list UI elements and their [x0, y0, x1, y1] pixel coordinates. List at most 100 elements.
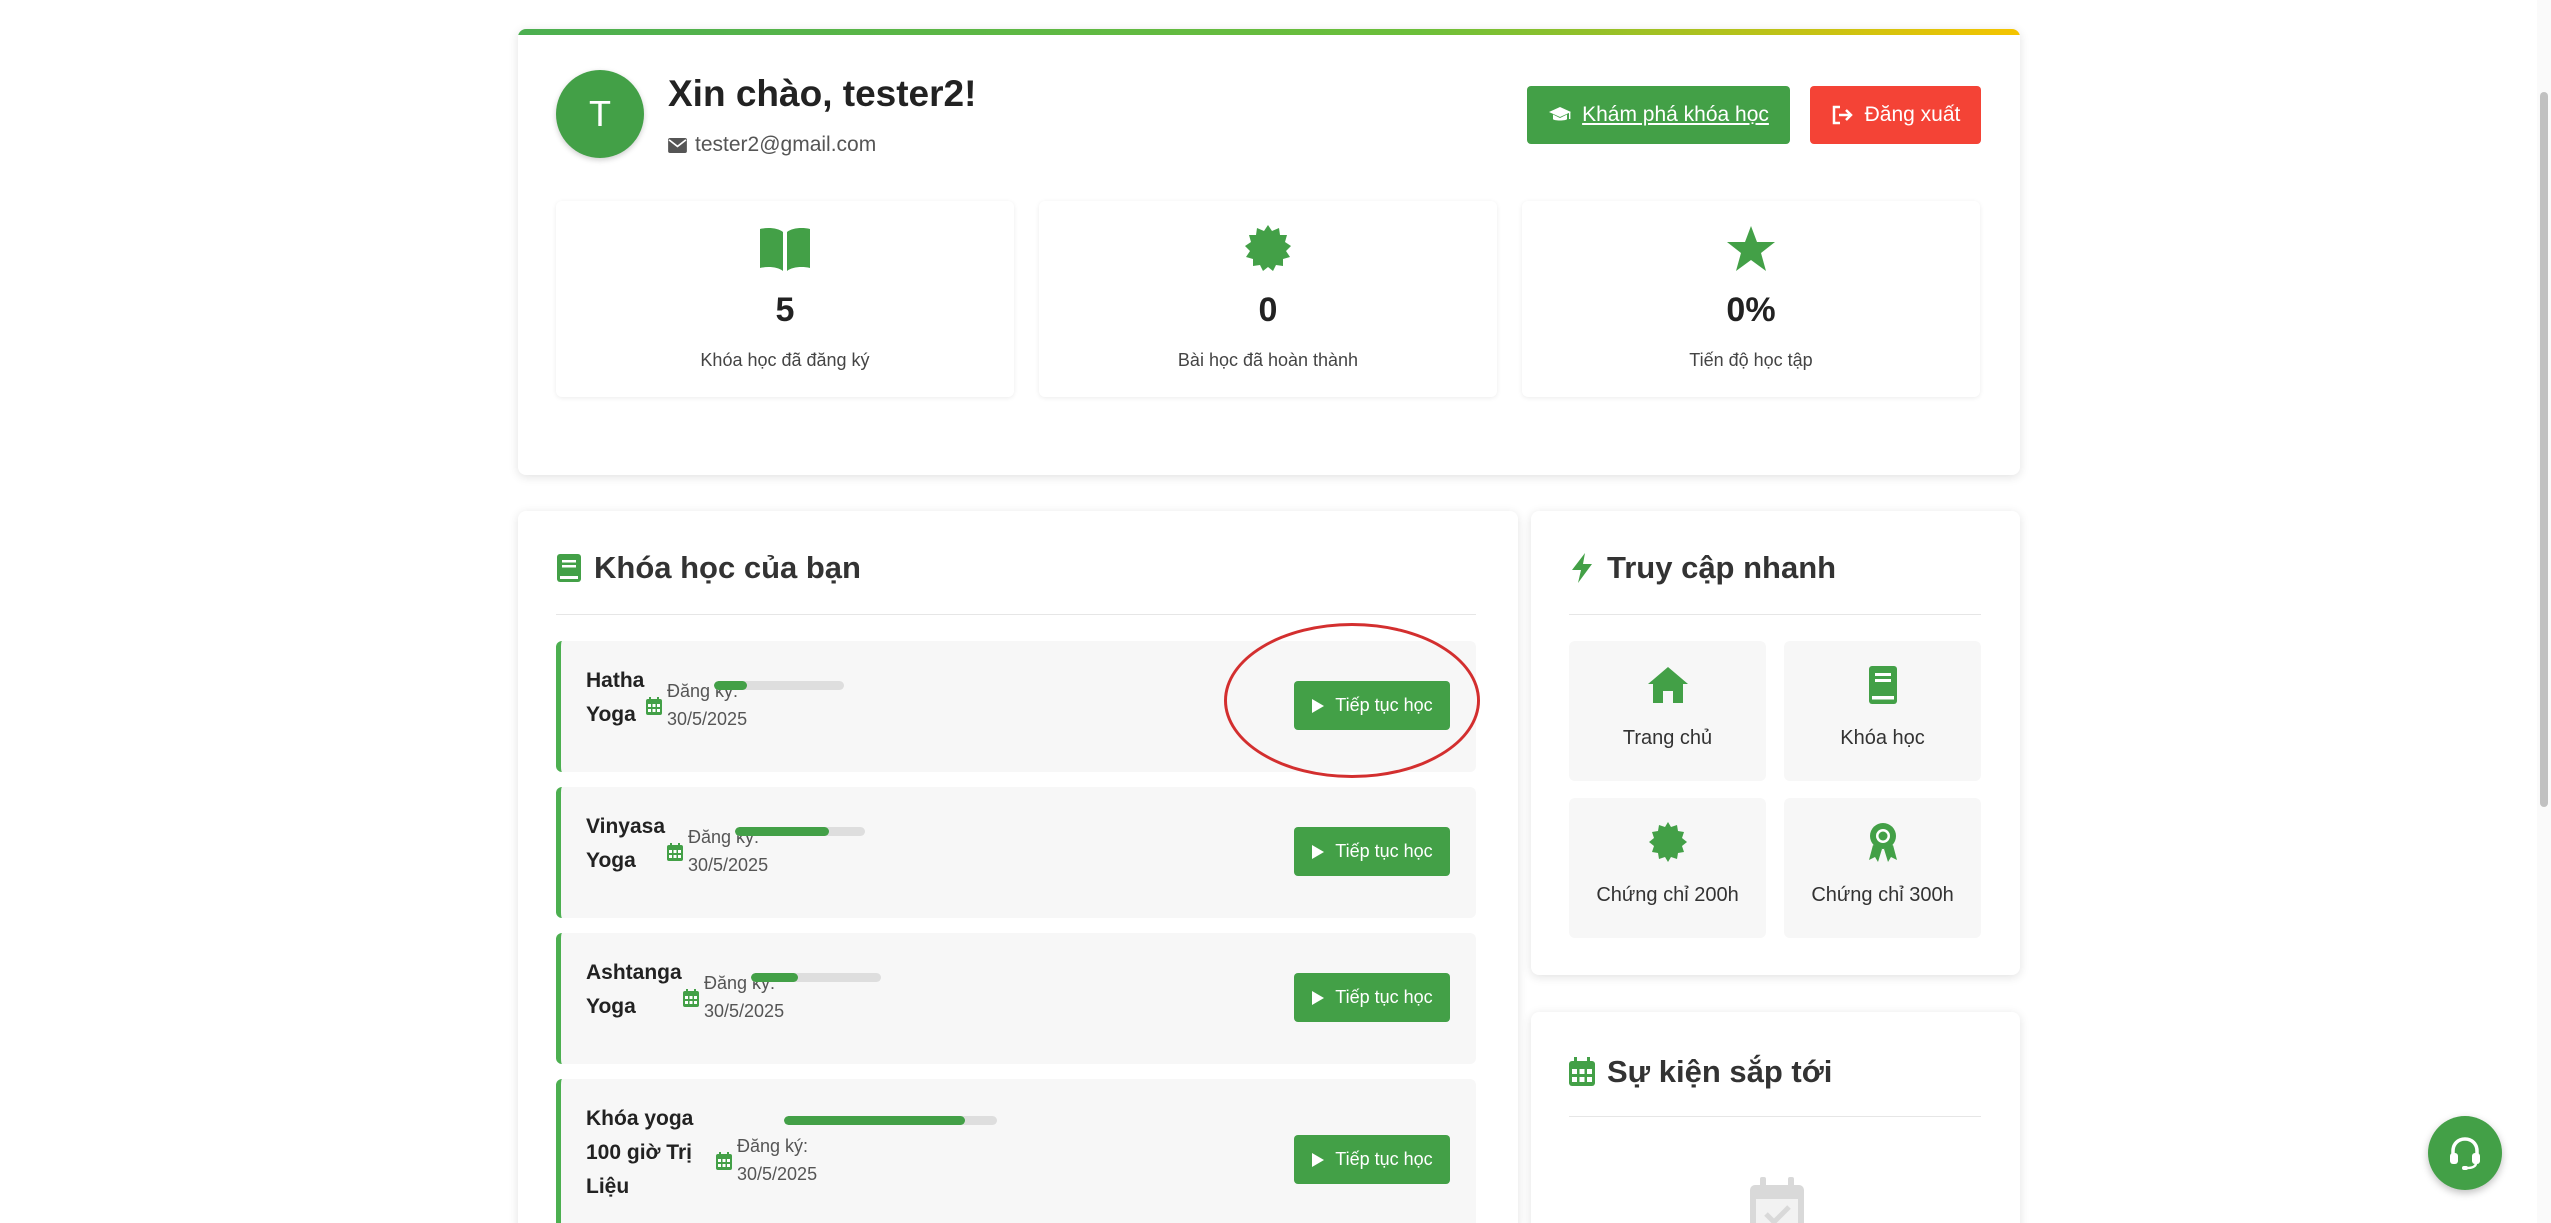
course-name: Ashtanga Yoga [586, 956, 682, 1024]
upcoming-events-card: Sự kiện sắp tới [1531, 1012, 2020, 1223]
quick-link-label: Trang chủ [1622, 727, 1713, 749]
stat-value: 0 [1258, 291, 1278, 329]
star-icon [1727, 226, 1775, 271]
course-registration: Đăng ký: 30/5/2025 [737, 1132, 817, 1188]
register-date: 30/5/2025 [667, 709, 748, 729]
register-date: 30/5/2025 [704, 1001, 785, 1021]
certificate-icon [1648, 822, 1687, 862]
my-courses-title: Khóa học của bạn [556, 550, 861, 586]
course-name-line: Liệu [586, 1175, 630, 1198]
course-item: Vinyasa Yoga Đăng ký: 30/5/2025 Tiếp tục… [556, 787, 1476, 918]
calendar-icon [646, 697, 662, 715]
register-label: Đăng ký: [737, 1136, 809, 1156]
play-icon [1312, 1152, 1325, 1167]
avatar: T [556, 70, 644, 158]
title-divider [556, 614, 1476, 615]
avatar-initial: T [589, 93, 611, 134]
course-progress-bar [751, 973, 881, 982]
logout-button[interactable]: Đăng xuất [1810, 86, 1981, 144]
continue-label: Tiếp tục học [1335, 841, 1433, 861]
gradient-top-bar [518, 29, 2020, 35]
book-icon [1868, 666, 1897, 704]
quick-link-certificate-300h[interactable]: Chứng chỉ 300h [1784, 798, 1981, 938]
logout-label: Đăng xuất [1864, 103, 1961, 126]
play-icon [1312, 990, 1325, 1005]
play-icon [1312, 698, 1325, 713]
course-name-line: 100 giờ Trị [586, 1141, 692, 1164]
stat-label: Tiến độ học tập [1689, 350, 1813, 370]
course-item: Hatha Yoga Đăng ký: 30/5/2025 Tiếp tục h… [556, 641, 1476, 772]
continue-learning-button[interactable]: Tiếp tục học [1294, 973, 1450, 1022]
book-open-icon [760, 228, 810, 271]
my-courses-card: Khóa học của bạn Hatha Yoga Đăng ký: 30/… [518, 511, 1518, 1223]
quick-access-title: Truy cập nhanh [1569, 550, 1836, 586]
stat-label: Bài học đã hoàn thành [1177, 350, 1359, 370]
title-divider [1569, 614, 1981, 615]
continue-learning-button[interactable]: Tiếp tục học [1294, 1135, 1450, 1184]
stat-enrolled-courses: 5 Khóa học đã đăng ký [556, 201, 1014, 397]
course-name-line: Yoga [586, 703, 636, 726]
continue-learning-button[interactable]: Tiếp tục học [1294, 827, 1450, 876]
explore-courses-label: Khám phá khóa học [1582, 103, 1769, 126]
course-name: Vinyasa Yoga [586, 810, 665, 878]
course-name: Khóa yoga 100 giờ Trị Liệu [586, 1102, 693, 1204]
sign-out-icon [1832, 105, 1853, 125]
quick-link-courses[interactable]: Khóa học [1784, 641, 1981, 781]
certificate-icon [1245, 225, 1291, 271]
page-scrollbar[interactable] [2537, 0, 2551, 1223]
book-icon [557, 554, 581, 582]
course-progress-bar [714, 681, 844, 690]
progress-fill [735, 827, 829, 836]
calendar-icon [683, 989, 699, 1007]
course-progress-bar [735, 827, 865, 836]
quick-link-home[interactable]: Trang chủ [1569, 641, 1766, 781]
headset-icon [2450, 1137, 2480, 1170]
user-email: tester2@gmail.com [695, 133, 877, 156]
course-name-line: Vinyasa [586, 815, 666, 838]
calendar-icon [667, 843, 683, 861]
course-name-line: Ashtanga [586, 961, 682, 984]
award-icon [1868, 823, 1897, 862]
stat-completed-lessons: 0 Bài học đã hoàn thành [1039, 201, 1497, 397]
my-courses-title-text: Khóa học của bạn [594, 550, 861, 585]
progress-fill [751, 973, 798, 982]
course-name-line: Khóa yoga [586, 1107, 694, 1130]
quick-link-label: Khóa học [1840, 727, 1925, 749]
support-chat-button[interactable] [2428, 1116, 2502, 1190]
scrollbar-thumb[interactable] [2540, 92, 2548, 807]
continue-learning-button[interactable]: Tiếp tục học [1294, 681, 1450, 730]
quick-access-title-text: Truy cập nhanh [1607, 550, 1837, 585]
profile-card: T Xin chào, tester2! tester2@gmail.com K… [518, 29, 2020, 475]
graduation-cap-icon [1549, 107, 1572, 121]
upcoming-events-title: Sự kiện sắp tới [1569, 1054, 1832, 1090]
calendar-icon [1569, 1057, 1595, 1086]
email-row: tester2@gmail.com [668, 133, 876, 157]
continue-label: Tiếp tục học [1335, 987, 1433, 1007]
stat-learning-progress: 0% Tiến độ học tập [1522, 201, 1980, 397]
course-item: Ashtanga Yoga Đăng ký: 30/5/2025 Tiếp tụ… [556, 933, 1476, 1064]
course-progress-bar [784, 1116, 997, 1125]
stat-value: 5 [775, 291, 795, 329]
explore-courses-button[interactable]: Khám phá khóa học [1527, 86, 1790, 144]
stat-value: 0% [1726, 291, 1776, 329]
progress-fill [784, 1116, 966, 1125]
quick-link-label: Chứng chỉ 300h [1811, 884, 1954, 906]
bolt-icon [1572, 553, 1592, 583]
quick-link-certificate-200h[interactable]: Chứng chỉ 200h [1569, 798, 1766, 938]
continue-label: Tiếp tục học [1335, 695, 1433, 715]
greeting-title: Xin chào, tester2! [668, 73, 977, 114]
progress-fill [714, 681, 747, 690]
register-date: 30/5/2025 [737, 1164, 818, 1184]
register-date: 30/5/2025 [688, 855, 769, 875]
course-name-line: Yoga [586, 849, 636, 872]
quick-access-card: Truy cập nhanh Trang chủ Khóa học Chứng … [1531, 511, 2020, 975]
continue-label: Tiếp tục học [1335, 1149, 1433, 1169]
play-icon [1312, 844, 1325, 859]
course-name-line: Yoga [586, 995, 636, 1018]
course-name-line: Hatha [586, 669, 645, 692]
home-icon [1647, 667, 1688, 703]
quick-link-label: Chứng chỉ 200h [1596, 884, 1739, 906]
upcoming-events-title-text: Sự kiện sắp tới [1607, 1054, 1833, 1089]
course-name: Hatha Yoga [586, 664, 644, 732]
title-divider [1569, 1116, 1981, 1117]
